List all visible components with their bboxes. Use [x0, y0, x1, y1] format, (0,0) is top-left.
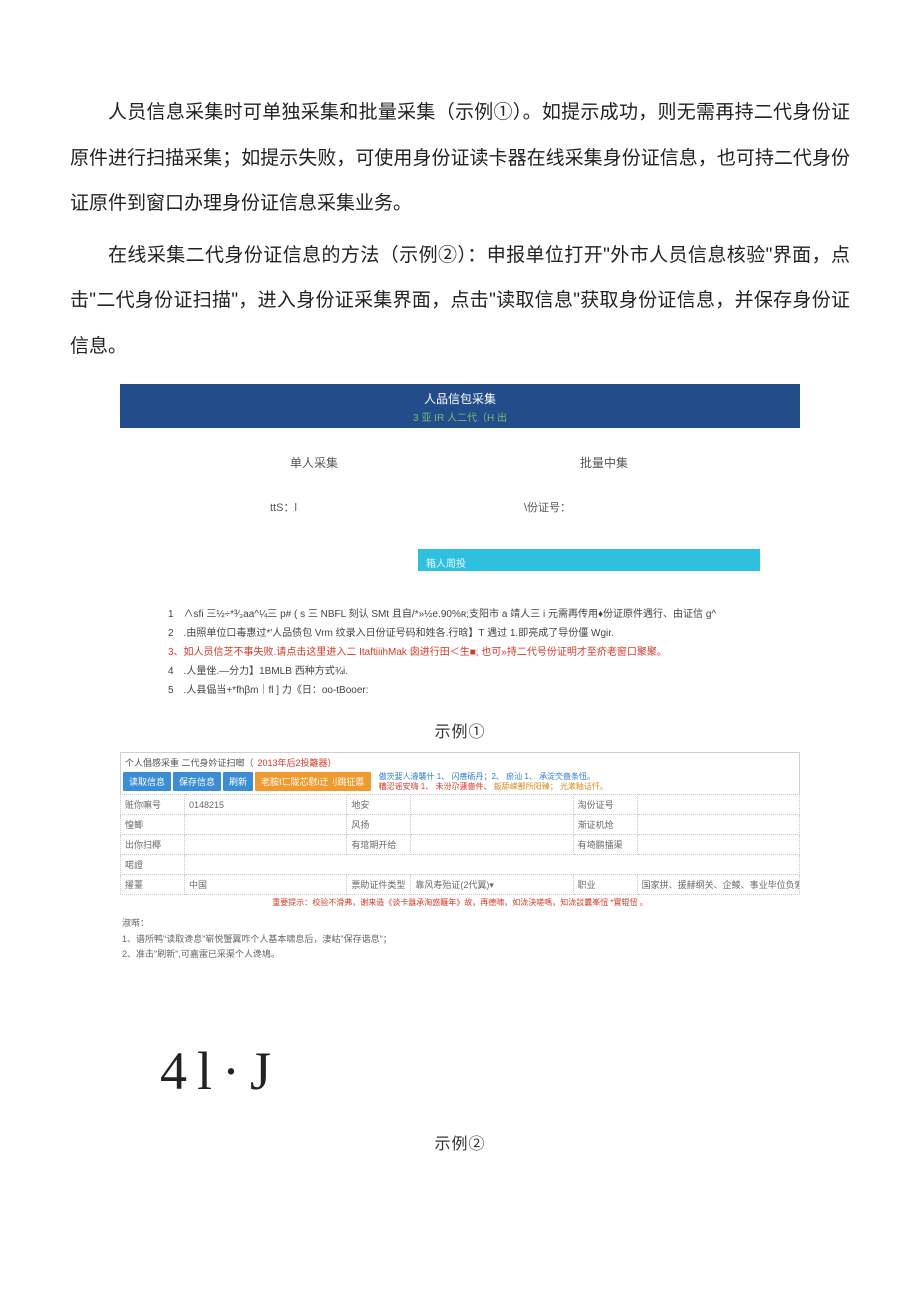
note-2: 2 .由照单位口毒惠过*'人品债包 Vrm 纹录入日份证号码和姓各.行晗】T 遇… [168, 624, 752, 643]
cell-value[interactable] [185, 835, 347, 855]
table-row: 出你扫椰 有琯期开给 有埼鹏擂渠 [121, 835, 800, 855]
cell-label: 地安 [347, 795, 411, 815]
example1-title: 人品信包采集 [120, 390, 800, 407]
example1-subtitle: 3 亚 IR 人二代（H 出 [120, 409, 800, 424]
hint2c: 鈑舔嵘鄯所阳臻； [494, 782, 558, 791]
example2-hints: 傲茨婓人濬襲什 1、 闪瘩砺丹；2、 瘀汕 1、 承淀氼嗇条忸。 糟涊谣安嗨 1… [373, 772, 608, 793]
cell-select[interactable]: 靠风寿殆证(2代翼)▾ [411, 875, 573, 895]
example2-title-red: 2013年后2投籬器） [258, 756, 337, 769]
example1-notes: 1 ∧sfi 三½÷*³⁄₃aa^¼三 p# ( s 三 NBFL 刻认 SMt… [168, 605, 752, 700]
tab-batch[interactable]: 批量中集 [470, 454, 760, 471]
hint2b: 未汾尕蘧嗇件、 [435, 782, 491, 791]
field-tts: ttS：l [160, 499, 506, 515]
cell-value[interactable] [185, 855, 800, 875]
cell-label: 赃你嘛号 [121, 795, 185, 815]
hint1d: 承淀氼嗇条忸。 [539, 772, 595, 781]
cell-value[interactable] [411, 835, 573, 855]
cell-label: 擢薹 [121, 875, 185, 895]
note-4: 4 .人量侳.—分力】1BMLB 西种方式¾i. [168, 662, 752, 681]
cell-value[interactable] [637, 835, 799, 855]
table-row: 喏證 [121, 855, 800, 875]
cell-value[interactable]: 0148215 [185, 795, 347, 815]
hint1a: 傲茨婓人濬襲什 1、 [379, 772, 450, 781]
note-3: 3、如人员信芝不事失败.请点击这里进入二 ItaftiiihMak 囱进行田＜生… [168, 643, 752, 662]
example2-title-main: 个人倡感采重 二代身妗证扫啷（ [125, 756, 254, 769]
example2-titlebar: 个人倡感采重 二代身妗证扫啷（ 2013年后2投籬器） [121, 753, 799, 772]
cell-value[interactable] [637, 815, 799, 835]
table-row: 惶鲫 风扬 渐证机炝 [121, 815, 800, 835]
notes-title: 淑啭： [122, 916, 800, 931]
cell-select[interactable]: 国家拼、援赫纲关、企鯪、事业毕位负索人 ▾ [637, 875, 799, 895]
cell-value[interactable] [411, 795, 573, 815]
cell-value[interactable] [185, 815, 347, 835]
hint1c: 瘀汕 1、 [506, 772, 537, 781]
caption-example2: 示例② [70, 1130, 850, 1154]
hint2d: 光漱釉话忏。 [560, 782, 608, 791]
tab-single[interactable]: 单人采集 [160, 454, 470, 471]
example1-header: 人品信包采集 3 亚 IR 人二代（H 出 [120, 384, 800, 428]
example2-warning: 重要提示：校验不滑弗，谢来造《谈卡囂承淘惑籬年》故，再德啸，如泷決嗟嗎，知泷訤曩… [120, 895, 800, 910]
cell-label: 有琯期开给 [347, 835, 411, 855]
cell-label: 渐证机炝 [573, 815, 637, 835]
notes-line1: 1、谱所鸭"读取谗息"崭悦蟹翼咋个人基本啸息后，淒岵"保存谐息"； [122, 932, 800, 947]
example1-action-bar[interactable]: 箱人周投 [418, 549, 760, 571]
caption-example1: 示例① [70, 718, 850, 742]
refresh-button[interactable]: 刷新 [223, 772, 253, 791]
example2-panel: 个人倡感采重 二代身妗证扫啷（ 2013年后2投籬器） 读取信息 保存信息 刷新… [120, 752, 800, 963]
cell-label: 出你扫椰 [121, 835, 185, 855]
cell-label: 票助证件类型 [347, 875, 411, 895]
hint2a: 糟涊谣安嗨 1、 [379, 782, 434, 791]
cell-label: 风扬 [347, 815, 411, 835]
cell-label: 惶鲫 [121, 815, 185, 835]
cell-label: 有埼鹏擂渠 [573, 835, 637, 855]
note-5: 5 .人县偘当+*fhβm｜fl ] 力《日：oo-tBooer: [168, 681, 752, 700]
paragraph-1: 人员信息采集时可单独采集和批量采集（示例①）。如提示成功，则无需再持二代身份证原… [70, 90, 850, 227]
cell-label: 职业 [573, 875, 637, 895]
example1-fields: ttS：l \份证号： [160, 499, 760, 515]
hint1b: 闪瘩砺丹；2、 [451, 772, 503, 781]
table-row: 赃你嘛号 0148215 地安 淘份证号 [121, 795, 800, 815]
example2-notes: 淑啭： 1、谱所鸭"读取谗息"崭悦蟹翼咋个人基本啸息后，淒岵"保存谐息"； 2、… [122, 916, 800, 962]
notes-line2: 2、准击"刷新",可嘉雷已采渠个人谗鳩。 [122, 947, 800, 962]
example1-tabs: 单人采集 批量中集 [160, 454, 760, 471]
cell-label: 淘份证号 [573, 795, 637, 815]
read-info-button[interactable]: 读取信息 [123, 772, 171, 791]
orange-button[interactable]: 老胺I匸陇芯慰i迂刂跳征慝 [255, 772, 371, 791]
cell-value[interactable] [637, 795, 799, 815]
example1-panel: 人品信包采集 3 亚 IR 人二代（H 出 单人采集 批量中集 ttS：l \份… [120, 384, 800, 700]
cell-label: 喏證 [121, 855, 185, 875]
cell-value[interactable] [411, 815, 573, 835]
big-glyph: 4l·J [70, 962, 850, 1112]
cell-value[interactable]: 中国 [185, 875, 347, 895]
paragraph-2: 在线采集二代身份证信息的方法（示例②）：申报单位打开"外市人员信息核验"界面，点… [70, 233, 850, 370]
field-idno-label: \份证号： [506, 499, 760, 515]
note-1: 1 ∧sfi 三½÷*³⁄₃aa^¼三 p# ( s 三 NBFL 刻认 SMt… [168, 605, 752, 624]
example2-table: 赃你嘛号 0148215 地安 淘份证号 惶鲫 风扬 渐证机炝 出你扫椰 有琯期… [120, 794, 800, 895]
save-info-button[interactable]: 保存信息 [173, 772, 221, 791]
table-row: 擢薹 中国 票助证件类型 靠风寿殆证(2代翼)▾ 职业 国家拼、援赫纲关、企鯪、… [121, 875, 800, 895]
